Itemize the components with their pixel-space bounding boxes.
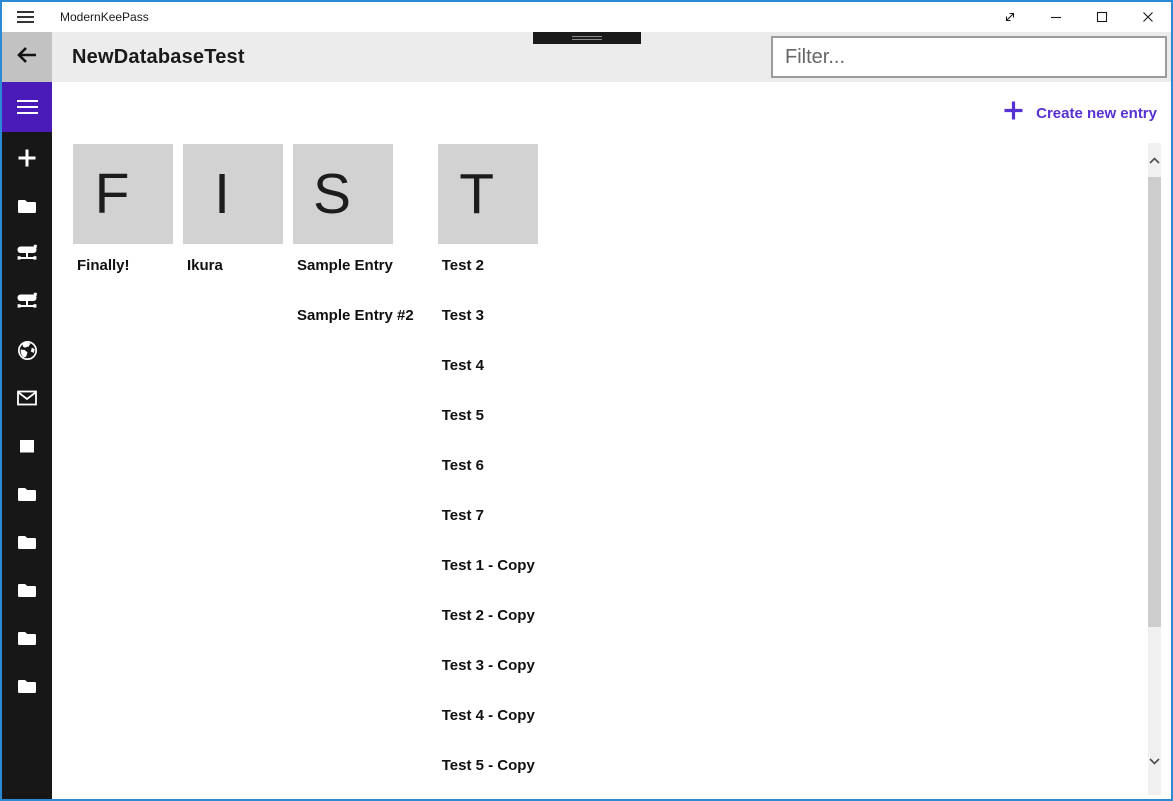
sidebar-item-group-4[interactable]: [2, 326, 52, 374]
group-letter: S: [313, 166, 351, 223]
sidebar: [2, 82, 52, 799]
entry-item[interactable]: Test 5: [438, 400, 549, 450]
entry-group-t: T Test 2 Test 3 Test 4 Test 5 Test 6 Tes…: [438, 144, 549, 800]
sidebar-nav-items: [2, 132, 52, 710]
sidebar-item-group-1[interactable]: [2, 182, 52, 230]
group-letter: T: [459, 166, 494, 223]
entries-grid: F Finally! I Ikura S Sample Entry Sample…: [73, 144, 559, 800]
nav-hamburger-button[interactable]: [2, 82, 52, 132]
entry-item[interactable]: Sample Entry #2: [293, 300, 428, 350]
globe-icon: [16, 339, 39, 362]
entry-item[interactable]: Test 3: [438, 300, 549, 350]
chevron-up-icon: [1149, 151, 1160, 169]
group-tile[interactable]: T: [438, 144, 538, 244]
folder-icon: [15, 578, 39, 602]
network-drive-icon: [15, 290, 39, 314]
folder-icon: [15, 626, 39, 650]
entry-group-i: I Ikura: [183, 144, 283, 300]
entry-item[interactable]: Test 1 - Copy: [438, 550, 549, 600]
chevron-down-icon: [1149, 752, 1160, 770]
scrollbar-thumb[interactable]: [1148, 177, 1161, 627]
close-icon: [1142, 11, 1154, 23]
app-window: ModernKeePass: [0, 0, 1173, 801]
top-drag-handle[interactable]: [533, 32, 641, 44]
group-letter: F: [95, 166, 130, 223]
entry-item[interactable]: Test 2 - Copy: [438, 600, 549, 650]
group-tile[interactable]: S: [293, 144, 393, 244]
folder-icon: [15, 674, 39, 698]
sidebar-item-group-10[interactable]: [2, 614, 52, 662]
sidebar-item-group-6[interactable]: [2, 422, 52, 470]
titlebar: ModernKeePass: [2, 2, 1171, 32]
mail-icon: [15, 386, 39, 410]
minimize-icon: [1050, 11, 1062, 23]
vertical-scrollbar[interactable]: [1148, 143, 1161, 795]
entry-item[interactable]: Test 7: [438, 500, 549, 550]
folder-icon: [15, 194, 39, 218]
close-button[interactable]: [1125, 2, 1171, 32]
filter-input[interactable]: [771, 36, 1167, 78]
sidebar-item-group-3[interactable]: [2, 278, 52, 326]
maximize-icon: [1096, 11, 1108, 23]
sidebar-item-group-11[interactable]: [2, 662, 52, 710]
group-tile[interactable]: I: [183, 144, 283, 244]
create-new-entry-button[interactable]: Create new entry: [1003, 96, 1157, 130]
entry-item[interactable]: Test 6: [438, 450, 549, 500]
back-button[interactable]: [2, 32, 52, 82]
sidebar-item-group-5[interactable]: [2, 374, 52, 422]
square-icon: [15, 434, 39, 458]
plus-icon: [1003, 100, 1024, 126]
sidebar-item-group-9[interactable]: [2, 566, 52, 614]
plus-icon: [15, 146, 39, 170]
entry-item[interactable]: Test 2: [438, 250, 549, 300]
network-drive-icon: [15, 242, 39, 266]
maximize-button[interactable]: [1079, 2, 1125, 32]
fullscreen-button[interactable]: [987, 2, 1033, 32]
page-header: NewDatabaseTest: [2, 32, 1171, 82]
entry-item[interactable]: Sample Entry: [293, 250, 428, 300]
create-new-entry-label: Create new entry: [1036, 105, 1157, 122]
entry-item[interactable]: Ikura: [183, 250, 283, 300]
group-letter: I: [214, 166, 230, 223]
sidebar-item-group-7[interactable]: [2, 470, 52, 518]
entry-item[interactable]: Finally!: [73, 250, 173, 300]
page-title: NewDatabaseTest: [72, 32, 245, 82]
folder-icon: [15, 530, 39, 554]
entry-item[interactable]: Test 3 - Copy: [438, 650, 549, 700]
back-arrow-icon: [15, 45, 39, 70]
hamburger-icon: [17, 96, 38, 117]
entry-group-f: F Finally!: [73, 144, 173, 300]
entry-item[interactable]: Test 4: [438, 350, 549, 400]
entry-item[interactable]: Test 4 - Copy: [438, 700, 549, 750]
minimize-button[interactable]: [1033, 2, 1079, 32]
sidebar-item-group-2[interactable]: [2, 230, 52, 278]
entry-group-s: S Sample Entry Sample Entry #2: [293, 144, 428, 350]
scroll-down-button[interactable]: [1148, 752, 1161, 770]
app-title: ModernKeePass: [60, 10, 149, 24]
sidebar-item-group-8[interactable]: [2, 518, 52, 566]
enter-fullscreen-icon: [1002, 9, 1018, 25]
hamburger-icon: [17, 8, 34, 27]
scroll-up-button[interactable]: [1148, 151, 1161, 169]
group-tile[interactable]: F: [73, 144, 173, 244]
folder-icon: [15, 482, 39, 506]
titlebar-hamburger-button[interactable]: [2, 2, 48, 32]
sidebar-item-new[interactable]: [2, 134, 52, 182]
entry-item[interactable]: Test 5 - Copy: [438, 750, 549, 800]
